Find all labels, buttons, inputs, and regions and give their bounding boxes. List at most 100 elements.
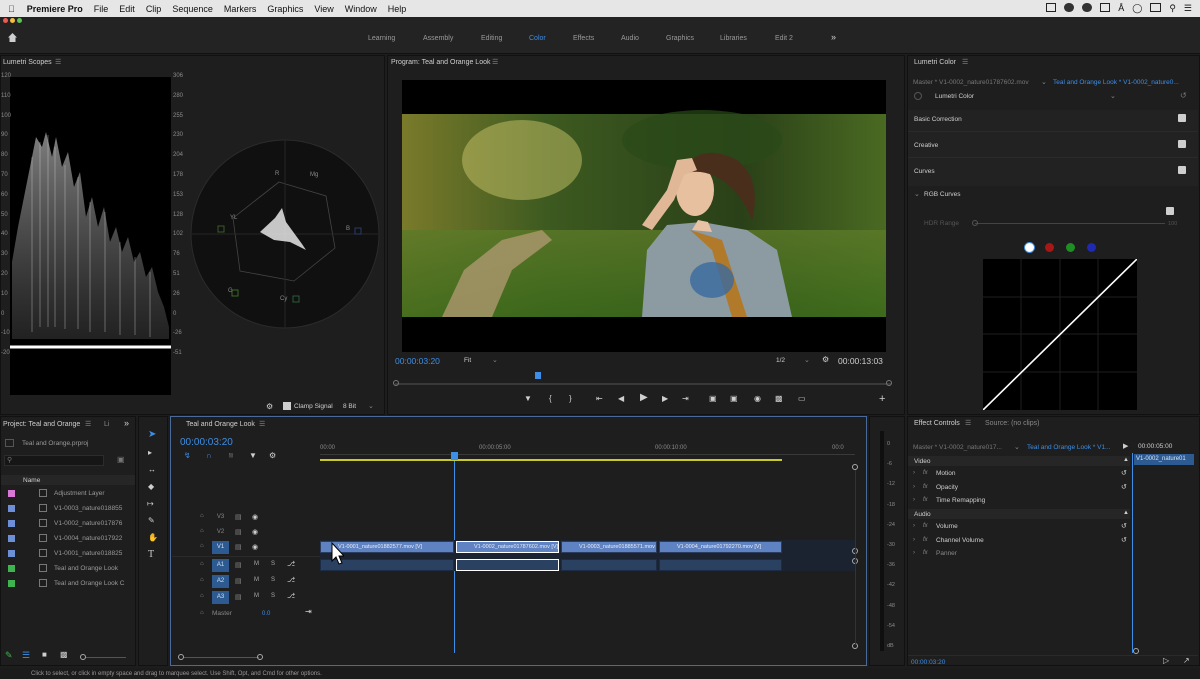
menu-edit[interactable]: Edit <box>119 4 135 14</box>
clip-v1-0003[interactable]: V1-0003_nature01885571.mov <box>561 541 657 553</box>
horizontal-scroll-end-handle[interactable] <box>257 654 263 660</box>
icon-view-icon[interactable]: ■ <box>42 650 47 659</box>
ec-timecode[interactable]: 00:00:03:20 <box>911 659 945 666</box>
sync-lock-icon[interactable]: ▤ <box>235 593 242 601</box>
chevron-down-icon[interactable]: ⌄ <box>492 356 498 364</box>
comparison-view-icon[interactable]: ▩ <box>775 394 783 403</box>
sync-lock-icon[interactable]: ▤ <box>235 528 242 536</box>
chevron-down-icon[interactable]: ⌄ <box>914 190 920 198</box>
close-window-icon[interactable] <box>3 18 8 23</box>
audio-effect-channel-volume[interactable]: Channel Volume <box>936 537 984 544</box>
mute-button[interactable]: M <box>254 577 259 583</box>
filter-property-icon[interactable]: ▷ <box>1163 656 1169 665</box>
ec-master-clip[interactable]: Master * V1-0002_nature017... <box>913 444 1002 451</box>
panel-menu-icon[interactable]: ☰ <box>55 58 61 66</box>
track-lock-icon[interactable]: ⌂ <box>200 577 204 583</box>
workspace-graphics[interactable]: Graphics <box>666 35 694 42</box>
sync-lock-icon[interactable]: ▤ <box>235 543 242 551</box>
curve-channel-red[interactable] <box>1045 243 1054 252</box>
bluetooth-icon[interactable]: Å <box>1118 3 1124 14</box>
menu-graphics[interactable]: Graphics <box>267 4 303 14</box>
menu-clip[interactable]: Clip <box>146 4 162 14</box>
nest-icon[interactable]: ↯ <box>184 451 191 460</box>
clamp-signal-checkbox[interactable] <box>283 402 291 410</box>
fx-badge-icon[interactable]: fx <box>923 523 928 529</box>
reset-icon[interactable]: ↺ <box>1180 91 1187 100</box>
sync-lock-icon[interactable]: ▤ <box>235 577 242 585</box>
label-color-swatch[interactable] <box>8 550 15 557</box>
expand-chevron-icon[interactable]: › <box>913 484 915 490</box>
project-item-name[interactable]: V1-0003_nature018855 <box>54 505 126 512</box>
curves-header[interactable]: Curves <box>914 168 935 175</box>
project-title[interactable]: Project: Teal and Orange <box>3 421 80 428</box>
expand-chevron-icon[interactable]: › <box>913 497 915 503</box>
workspace-audio[interactable]: Audio <box>621 35 639 42</box>
clip-v1-0004[interactable]: V1-0004_nature01792270.mov [V] <box>659 541 782 553</box>
microphone-icon[interactable]: ⎇ <box>287 560 295 568</box>
mute-button[interactable]: M <box>254 561 259 567</box>
track-target-v2[interactable]: V2 <box>212 526 229 539</box>
go-to-end-icon[interactable]: ⇥ <box>305 607 312 616</box>
curve-channel-white[interactable] <box>1024 242 1035 253</box>
razor-tool-icon[interactable]: ◆ <box>148 482 154 491</box>
workspace-color[interactable]: Color <box>529 35 546 42</box>
track-target-a3[interactable]: A3 <box>212 591 229 604</box>
fx-badge-icon[interactable]: fx <box>923 497 928 503</box>
expand-chevron-icon[interactable]: › <box>913 537 915 543</box>
menu-help[interactable]: Help <box>388 4 407 14</box>
workspace-assembly[interactable]: Assembly <box>423 35 453 42</box>
curve-channel-blue[interactable] <box>1087 243 1096 252</box>
vertical-scrollbar[interactable] <box>855 470 856 645</box>
fx-toggle-icon[interactable] <box>914 92 922 100</box>
label-color-swatch[interactable] <box>8 565 15 572</box>
extract-icon[interactable]: ▣ <box>730 394 738 403</box>
eye-icon[interactable]: ◉ <box>252 513 258 521</box>
track-lock-icon[interactable]: ⌂ <box>200 593 204 599</box>
fx-badge-icon[interactable]: fx <box>923 537 928 543</box>
play-only-audio-icon[interactable]: ▶ <box>1123 442 1128 450</box>
track-lock-icon[interactable]: ⌂ <box>200 528 204 534</box>
label-color-swatch[interactable] <box>8 520 15 527</box>
overlay-icon[interactable]: ▭ <box>798 394 806 403</box>
master-lock-icon[interactable]: ⌂ <box>200 610 204 616</box>
track-target-v3[interactable]: V3 <box>212 511 229 524</box>
menu-markers[interactable]: Markers <box>224 4 257 14</box>
lumetri-color-title[interactable]: Lumetri Color <box>914 59 956 66</box>
apple-icon[interactable]:  <box>8 4 15 14</box>
wrench-icon[interactable]: ⚙ <box>266 402 273 411</box>
reset-icon[interactable]: ↺ <box>1121 469 1127 477</box>
audio-clip-a1-2[interactable] <box>456 559 559 571</box>
type-tool-icon[interactable]: T <box>148 549 154 560</box>
hdr-slider-handle[interactable] <box>972 220 978 226</box>
track-target-a2[interactable]: A2 <box>212 575 229 588</box>
add-button-icon[interactable]: + <box>879 393 885 405</box>
eye-icon[interactable]: ◉ <box>252 543 258 551</box>
control-center-icon[interactable] <box>1150 3 1162 12</box>
label-color-swatch[interactable] <box>8 535 15 542</box>
go-to-in-icon[interactable]: ⇤ <box>596 394 603 403</box>
new-bin-icon[interactable]: ▣ <box>117 455 125 464</box>
scrub-end-handle[interactable] <box>886 380 892 386</box>
track-lock-icon[interactable]: ⌂ <box>200 513 204 519</box>
audio-effect-panner[interactable]: Panner <box>936 550 957 557</box>
curve-channel-green[interactable] <box>1066 243 1075 252</box>
pen-tool-icon[interactable]: ✎ <box>148 516 155 525</box>
snap-icon[interactable]: ∩ <box>206 451 212 460</box>
timeline-timecode[interactable]: 00:00:03:20 <box>180 437 233 448</box>
sync-lock-icon[interactable]: ▤ <box>235 513 242 521</box>
chevron-down-icon[interactable]: ⌄ <box>368 402 374 410</box>
scroll-up-icon[interactable]: ▲ <box>1123 510 1129 516</box>
workspace-libraries[interactable]: Libraries <box>720 35 747 42</box>
rgb-curve-graph[interactable] <box>982 258 1138 411</box>
lift-icon[interactable]: ▣ <box>709 394 717 403</box>
resolution-select[interactable]: 1/2 <box>776 357 785 364</box>
track-target-a1[interactable]: A1 <box>212 559 229 572</box>
slip-tool-icon[interactable]: ↦ <box>147 499 154 508</box>
creative-checkbox[interactable] <box>1178 140 1186 148</box>
creative-header[interactable]: Creative <box>914 142 938 149</box>
expand-chevron-icon[interactable]: › <box>913 470 915 476</box>
rgb-curves-header[interactable]: RGB Curves <box>924 191 960 198</box>
menu-view[interactable]: View <box>314 4 333 14</box>
video-effect-time-remapping[interactable]: Time Remapping <box>936 497 985 504</box>
rgb-curves-checkbox[interactable] <box>1166 207 1174 215</box>
